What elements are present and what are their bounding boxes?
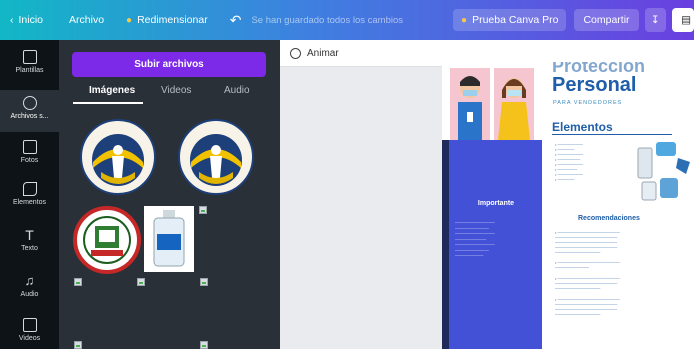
design-subtitle: PARA VENDEDORES xyxy=(553,100,623,106)
importante-body: ────────────── ──────────── ──────────────… xyxy=(455,220,495,258)
importante-heading: Importante xyxy=(477,200,515,207)
elements-icon xyxy=(22,182,37,196)
more-button[interactable]: ▤ xyxy=(672,8,694,32)
recomendaciones-text-3: • ────────────────────── ────────────────… xyxy=(555,276,620,291)
broken-image-icon[interactable] xyxy=(74,278,82,286)
rail-item-photos[interactable]: Fotos xyxy=(0,140,59,164)
navy-strip xyxy=(442,140,449,349)
recomendaciones-text-2: • ────────────────────── ──────────── xyxy=(555,260,620,270)
home-button[interactable]: ‹ Inicio xyxy=(10,14,43,26)
design-right-column: Protección Personal PARA VENDEDORES Elem… xyxy=(548,62,694,349)
videos-icon xyxy=(22,318,37,332)
rail-item-audio[interactable]: ♫ Audio xyxy=(0,273,59,299)
recomendaciones-text-4: • ────────────────────── ────────────────… xyxy=(555,297,620,317)
try-pro-button[interactable]: ● Prueba Canva Pro xyxy=(453,9,567,31)
download-button[interactable]: ↧ xyxy=(644,8,667,32)
star-icon: ● xyxy=(126,14,133,26)
tab-images[interactable]: Imágenes xyxy=(89,85,135,96)
archivo-menu[interactable]: Archivo xyxy=(69,14,104,26)
rail-item-elements[interactable]: Elementos xyxy=(0,182,59,206)
rail-item-videos[interactable]: Videos xyxy=(0,318,59,342)
rail-item-text[interactable]: T Texto xyxy=(0,228,59,252)
broken-image-icon[interactable] xyxy=(74,341,82,349)
text-icon: T xyxy=(25,227,34,243)
tab-videos[interactable]: Videos xyxy=(161,85,191,96)
templates-icon xyxy=(22,50,37,64)
uploaded-image-school-logo[interactable] xyxy=(73,206,141,274)
elementos-list: • ───────── • ────── • ───────── • ────────… xyxy=(555,142,584,182)
uploaded-image-logo-1[interactable] xyxy=(79,116,157,198)
divider xyxy=(552,134,672,135)
undo-button[interactable]: ↶ xyxy=(230,12,242,29)
crown-icon: ● xyxy=(461,14,468,26)
uploads-icon xyxy=(22,96,37,110)
woman-with-mask-illustration xyxy=(494,68,534,140)
save-status: Se han guardado todos los cambios xyxy=(251,14,404,26)
audio-icon: ♫ xyxy=(24,273,35,288)
rail-item-templates[interactable]: Plantillas xyxy=(0,50,59,74)
top-bar: ‹ Inicio Archivo ● Redimensionar ↶ Se ha… xyxy=(0,0,694,40)
elementos-heading: Elementos xyxy=(552,120,613,134)
broken-image-icon[interactable] xyxy=(199,206,207,214)
design-title: Personal xyxy=(552,74,637,96)
photos-icon xyxy=(22,140,37,154)
share-button[interactable]: Compartir xyxy=(574,9,639,31)
resize-button[interactable]: ● Redimensionar xyxy=(126,14,208,26)
uploaded-image-gel-bottle[interactable] xyxy=(144,206,194,272)
left-rail: Plantillas Archivos s... Fotos Elementos… xyxy=(0,40,59,349)
chevron-left-icon: ‹ xyxy=(10,14,14,26)
broken-image-icon[interactable] xyxy=(137,278,145,286)
animate-icon xyxy=(290,47,301,59)
uploaded-image-logo-2[interactable] xyxy=(177,116,255,198)
broken-image-icon[interactable] xyxy=(200,341,208,349)
rail-item-uploads[interactable]: Archivos s... xyxy=(0,90,59,132)
recomendaciones-heading: Recomendaciones xyxy=(578,215,640,222)
uploads-panel: Subir archivos Imágenes Videos Audio xyxy=(59,40,280,349)
recomendaciones-text-1: • ────────────────────── ────────────────… xyxy=(555,230,620,255)
active-tab-indicator xyxy=(73,102,143,104)
upload-files-button[interactable]: Subir archivos xyxy=(72,52,266,77)
tab-audio[interactable]: Audio xyxy=(224,85,250,96)
animate-button[interactable]: Animar xyxy=(307,48,339,59)
download-icon: ↧ xyxy=(650,14,660,26)
design-page[interactable]: Importante ────────────── ──────────── ───… xyxy=(442,62,694,349)
undo-icon: ↶ xyxy=(229,11,242,28)
document-icon: ▤ xyxy=(681,14,691,26)
ppe-items-illustration xyxy=(637,142,690,201)
broken-image-icon[interactable] xyxy=(200,278,208,286)
person-with-mask-illustration xyxy=(450,68,490,140)
